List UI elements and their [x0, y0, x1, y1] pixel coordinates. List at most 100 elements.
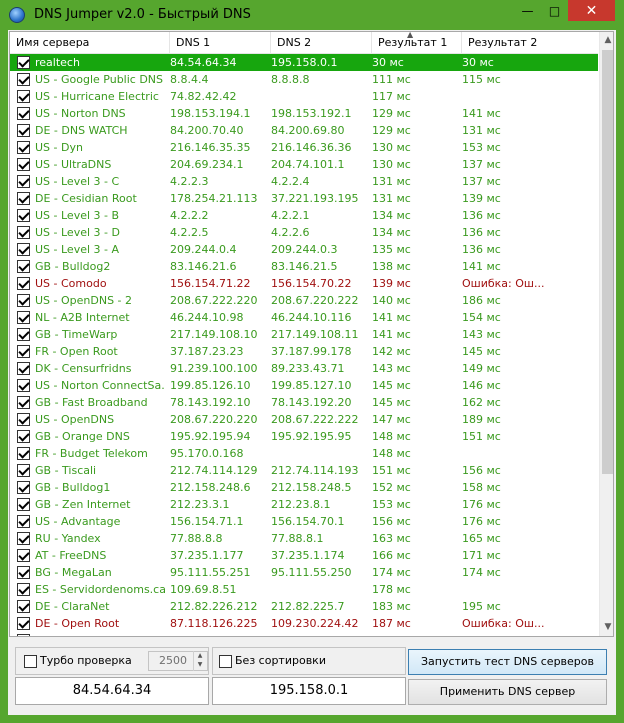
row-checkbox[interactable] [17, 328, 30, 341]
table-row[interactable]: GB - Tiscali 212.74.114.129 212.74.114.193… [10, 462, 598, 479]
row-checkbox[interactable] [17, 481, 30, 494]
table-row[interactable]: US - UltraDNS 204.69.234.1 204.74.101.1 130… [10, 156, 598, 173]
row-checkbox[interactable] [17, 362, 30, 375]
result1-cell: 187 мс [372, 617, 411, 630]
nosort-checkbox[interactable] [219, 655, 232, 668]
row-checkbox[interactable] [17, 226, 30, 239]
table-row[interactable]: BG - MegaLan 95.111.55.251 95.111.55.250 17… [10, 564, 598, 581]
row-checkbox[interactable] [17, 566, 30, 579]
row-checkbox[interactable] [17, 345, 30, 358]
row-checkbox[interactable] [17, 141, 30, 154]
table-row-selected[interactable]: realtech 84.54.64.34 195.158.0.1 30 мс 30 мс [10, 54, 598, 71]
row-checkbox[interactable] [17, 260, 30, 273]
table-row[interactable]: US - Comodo 156.154.71.22 156.154.70.22 139… [10, 275, 598, 292]
column-header-result2[interactable]: Результат 2 [462, 32, 598, 54]
row-checkbox[interactable] [17, 311, 30, 324]
row-checkbox[interactable] [17, 396, 30, 409]
table-row[interactable]: AT - FreeDNS 37.235.1.177 37.235.1.174 166 … [10, 547, 598, 564]
column-header-dns1[interactable]: DNS 1 [170, 32, 271, 54]
table-row[interactable]: US - Level 3 - A 209.244.0.4 209.244.0.3 13… [10, 241, 598, 258]
table-row[interactable]: DE - Cesidian Root 178.254.21.113 37.221.1… [10, 190, 598, 207]
server-name-cell: AT - FreeDNS [35, 549, 107, 562]
row-checkbox[interactable] [17, 243, 30, 256]
row-checkbox[interactable] [17, 532, 30, 545]
apply-dns-button[interactable]: Применить DNS сервер [408, 679, 607, 705]
table-row[interactable]: US - OpenDNS 208.67.220.220 208.67.222.222… [10, 411, 598, 428]
turbo-checkbox[interactable] [24, 655, 37, 668]
table-row[interactable]: FR - Budget Telekom 95.170.0.168 148 мс [10, 445, 598, 462]
run-test-button[interactable]: Запустить тест DNS серверов [408, 649, 607, 675]
close-icon[interactable]: ✕ [568, 0, 615, 21]
table-row[interactable]: RU - Yandex 77.88.8.8 77.88.8.1 163 мс 165 м… [10, 530, 598, 547]
table-row[interactable]: ES - Servidordenoms.cat 109.69.8.51 178 мс [10, 581, 598, 598]
table-row[interactable]: US - Google Public DNS 8.8.4.4 8.8.8.8 111 … [10, 71, 598, 88]
row-checkbox[interactable] [17, 209, 30, 222]
table-row[interactable]: FR - Open Root 37.187.23.23 37.187.99.178 1… [10, 343, 598, 360]
scroll-up-icon[interactable]: ▲ [600, 32, 613, 49]
table-row[interactable]: GB - Bulldog2 83.146.21.6 83.146.21.5 138 м… [10, 258, 598, 275]
table-row[interactable]: GB - Fast Broadband 78.143.192.10 78.143.1… [10, 394, 598, 411]
dns2-cell: 4.2.2.6 [271, 226, 310, 239]
row-checkbox[interactable] [17, 617, 30, 630]
row-checkbox[interactable] [17, 413, 30, 426]
table-row[interactable]: US - Norton ConnectSa... 199.85.126.10 199… [10, 377, 598, 394]
vertical-scrollbar[interactable]: ▲ ▼ [599, 32, 613, 636]
table-row[interactable]: DE - FoolDNS 87.118.111.215 [10, 632, 598, 636]
scroll-down-icon[interactable]: ▼ [600, 619, 613, 636]
row-checkbox[interactable] [17, 73, 30, 86]
table-row[interactable]: GB - Zen Internet 212.23.3.1 212.23.8.1 153… [10, 496, 598, 513]
row-checkbox[interactable] [17, 447, 30, 460]
table-row[interactable]: US - Advantage 156.154.71.1 156.154.70.1 15… [10, 513, 598, 530]
table-row[interactable]: NL - A2B Internet 46.244.10.98 46.244.10.1… [10, 309, 598, 326]
dns2-cell: 216.146.36.36 [271, 141, 352, 154]
table-row[interactable]: US - Level 3 - D 4.2.2.5 4.2.2.6 134 мс 136 … [10, 224, 598, 241]
dns1-cell: 78.143.192.10 [170, 396, 251, 409]
column-header-name[interactable]: Имя сервера [10, 32, 170, 54]
table-row[interactable]: DE - ClaraNet 212.82.226.212 212.82.225.7 1… [10, 598, 598, 615]
minimize-icon[interactable]: — [514, 0, 541, 21]
row-checkbox[interactable] [17, 498, 30, 511]
selected-dns2-field[interactable]: 195.158.0.1 [212, 677, 406, 705]
dns-server-list[interactable]: Имя сервера DNS 1 DNS 2 Результат 1 ▲ Ре… [9, 31, 614, 637]
table-row[interactable]: DK - Censurfridns 91.239.100.100 89.233.43… [10, 360, 598, 377]
table-row[interactable]: DE - DNS WATCH 84.200.70.40 84.200.69.80 12… [10, 122, 598, 139]
table-row[interactable]: US - Hurricane Electric 74.82.42.42 117 мс [10, 88, 598, 105]
table-row[interactable]: US - Dyn 216.146.35.35 216.146.36.36 130 мс… [10, 139, 598, 156]
server-name-cell: US - Comodo [35, 277, 107, 290]
scroll-thumb[interactable] [602, 50, 613, 474]
row-checkbox[interactable] [17, 175, 30, 188]
row-checkbox[interactable] [17, 600, 30, 613]
row-checkbox[interactable] [17, 56, 30, 69]
maximize-icon[interactable]: □ [541, 0, 568, 21]
row-checkbox[interactable] [17, 277, 30, 290]
table-row[interactable]: US - OpenDNS - 2 208.67.222.220 208.67.220… [10, 292, 598, 309]
table-row[interactable]: DE - Open Root 87.118.126.225 109.230.224.… [10, 615, 598, 632]
row-checkbox[interactable] [17, 192, 30, 205]
row-checkbox[interactable] [17, 158, 30, 171]
table-row[interactable]: US - Level 3 - B 4.2.2.2 4.2.2.1 134 мс 136 … [10, 207, 598, 224]
row-checkbox[interactable] [17, 634, 30, 636]
dns1-cell: 8.8.4.4 [170, 73, 209, 86]
row-checkbox[interactable] [17, 124, 30, 137]
table-row[interactable]: US - Norton DNS 198.153.194.1 198.153.192.… [10, 105, 598, 122]
row-checkbox[interactable] [17, 90, 30, 103]
table-row[interactable]: GB - Bulldog1 212.158.248.6 212.158.248.5 1… [10, 479, 598, 496]
dns1-cell: 46.244.10.98 [170, 311, 244, 324]
title-bar[interactable]: DNS Jumper v2.0 - Быстрый DNS — □ ✕ [0, 0, 624, 30]
row-checkbox[interactable] [17, 549, 30, 562]
row-checkbox[interactable] [17, 430, 30, 443]
table-row[interactable]: GB - Orange DNS 195.92.195.94 195.92.195.9… [10, 428, 598, 445]
row-checkbox[interactable] [17, 583, 30, 596]
table-row[interactable]: US - Level 3 - C 4.2.2.3 4.2.2.4 131 мс 137 … [10, 173, 598, 190]
column-header-dns2[interactable]: DNS 2 [271, 32, 372, 54]
server-name-cell: US - Dyn [35, 141, 83, 154]
table-row[interactable]: GB - TimeWarp 217.149.108.10 217.149.108.1… [10, 326, 598, 343]
row-checkbox[interactable] [17, 515, 30, 528]
row-checkbox[interactable] [17, 107, 30, 120]
selected-dns1-field[interactable]: 84.54.64.34 [15, 677, 209, 705]
row-checkbox[interactable] [17, 379, 30, 392]
turbo-spinner-icon[interactable]: ▲ ▼ [193, 651, 206, 671]
column-header-result1[interactable]: Результат 1 [372, 32, 462, 54]
row-checkbox[interactable] [17, 464, 30, 477]
row-checkbox[interactable] [17, 294, 30, 307]
